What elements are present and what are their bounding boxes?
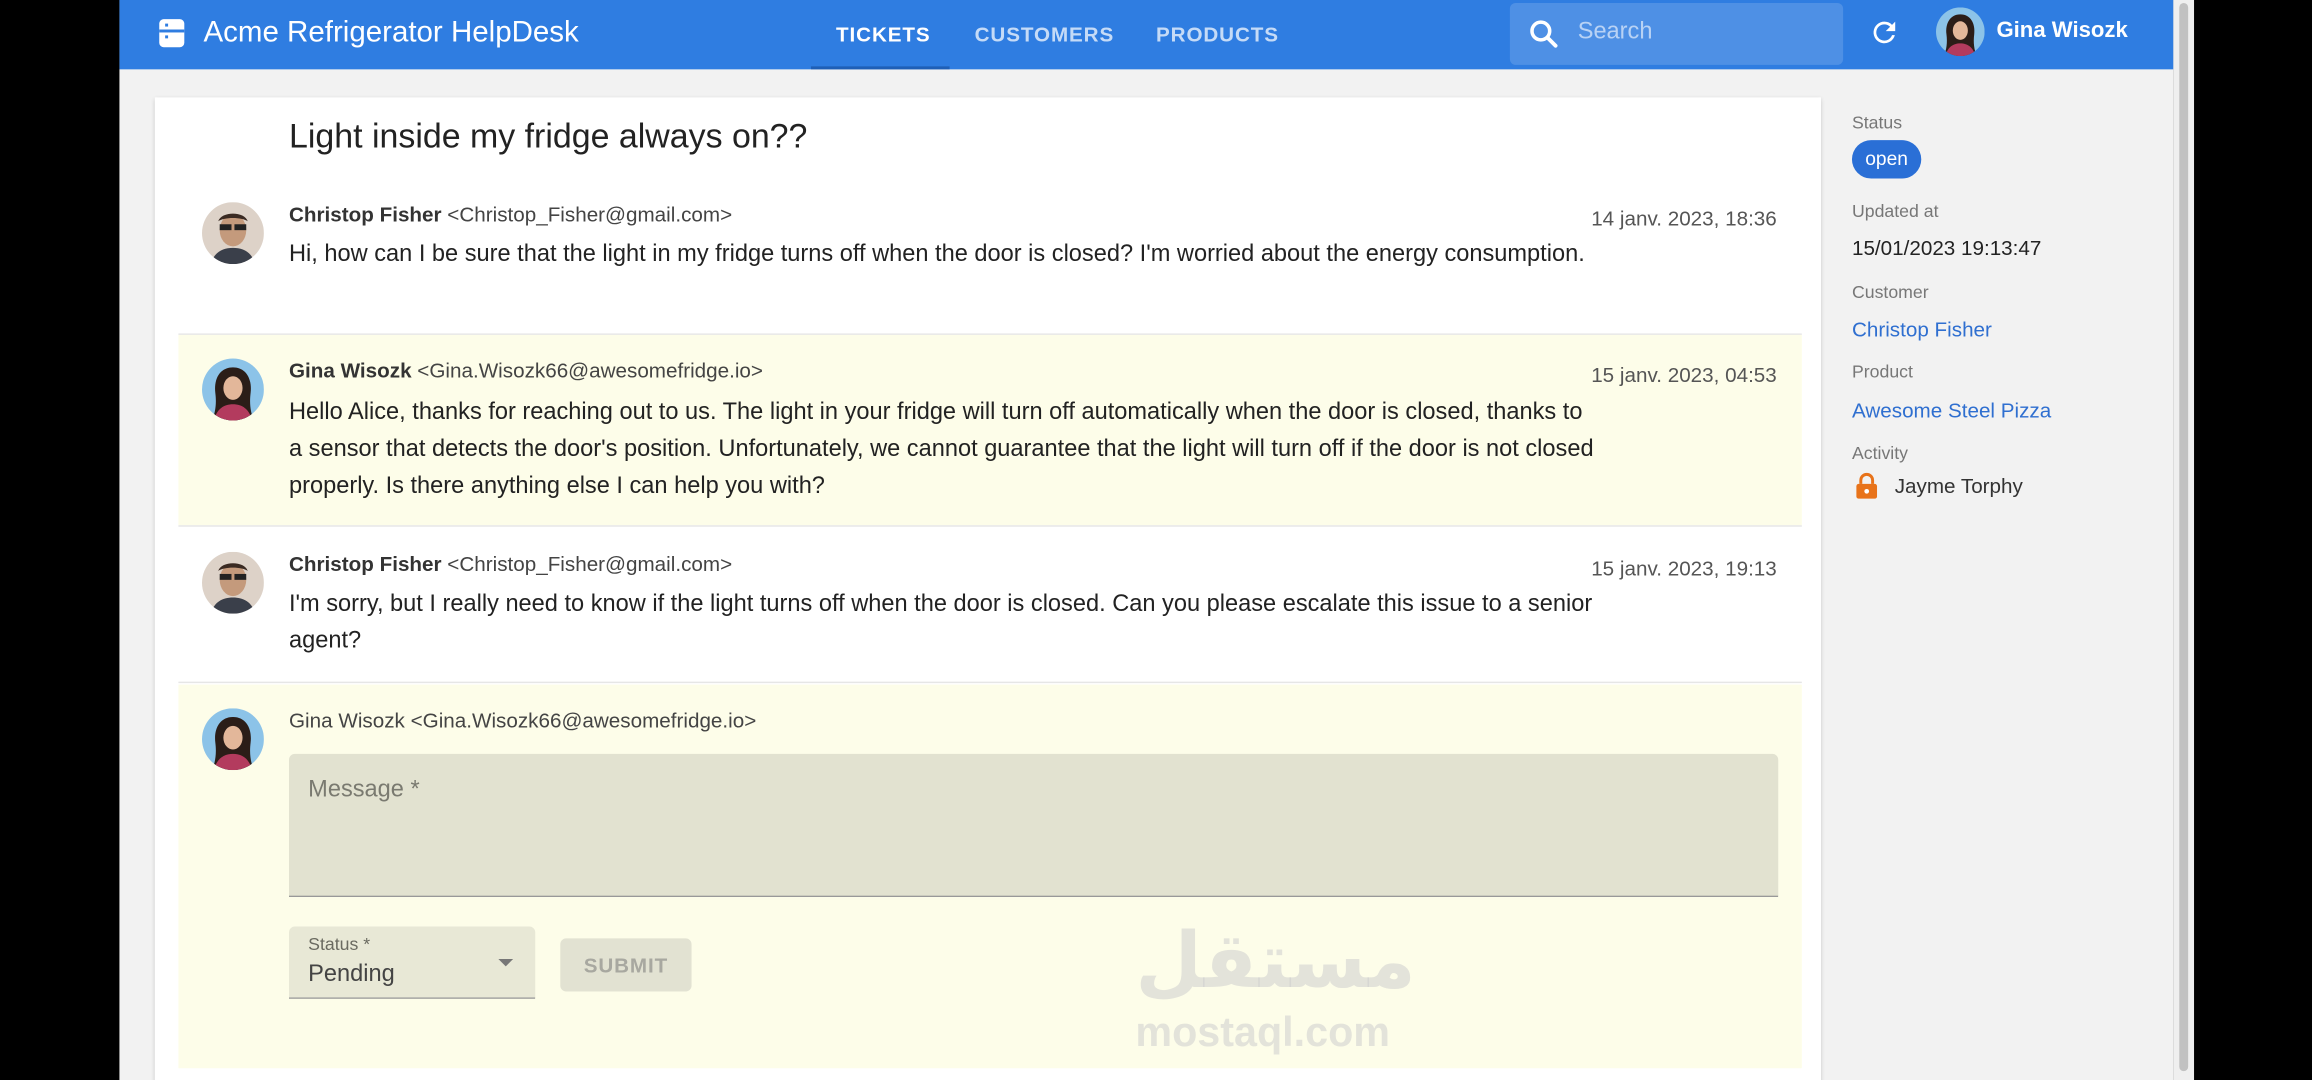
status-label: Status — [1851, 112, 1903, 133]
message-body: Hi, how can I be sure that the light in … — [289, 241, 1585, 268]
ticket-title: Light inside my fridge always on?? — [289, 116, 808, 155]
scrollbar-thumb[interactable] — [2179, 2, 2189, 1072]
updated-label: Updated at — [1851, 200, 1939, 222]
submit-button[interactable]: SUBMIT — [560, 938, 692, 992]
status-select-label: Status * — [308, 933, 371, 955]
message-author: Christop Fisher <Christop_Fisher@gmail.c… — [289, 551, 733, 576]
search-icon — [1530, 20, 1558, 48]
customer-avatar — [202, 551, 264, 614]
tab-products[interactable]: PRODUCTS — [1156, 22, 1279, 46]
refresh-icon[interactable] — [1868, 16, 1900, 48]
activity-user: Jayme Torphy — [1894, 473, 2023, 498]
updated-value: 15/01/2023 19:13:47 — [1851, 236, 2042, 260]
fridge-logo-icon — [159, 19, 185, 48]
message-author: Christop Fisher <Christop_Fisher@gmail.c… — [289, 202, 733, 226]
user-name[interactable]: Gina Wisozk — [1996, 18, 2127, 43]
app-title[interactable]: Acme Refrigerator HelpDesk — [203, 16, 578, 50]
message-item: Christop Fisher <Christop_Fisher@gmail.c… — [178, 181, 1801, 334]
product-label: Product — [1851, 361, 1913, 383]
tab-tickets[interactable]: TICKETS — [836, 22, 931, 46]
customer-label: Customer — [1851, 281, 1929, 303]
search-input[interactable] — [1574, 17, 1832, 48]
status-select[interactable]: Status * Pending — [289, 926, 536, 999]
watermark-url: mostaql.com — [1135, 1009, 1391, 1055]
message-author: Gina Wisozk <Gina.Wisozk66@awesomefridge… — [289, 358, 763, 383]
message-date: 14 janv. 2023, 18:36 — [1591, 206, 1777, 231]
activity-label: Activity — [1851, 442, 1909, 464]
message-placeholder: Message * — [308, 777, 420, 803]
reply-form: Gina Wisozk <Gina.Wisozk66@awesomefridge… — [178, 684, 1802, 1069]
watermark-logo: مستقل — [1135, 917, 1416, 1007]
active-tab-indicator — [810, 66, 950, 70]
chevron-down-icon — [498, 959, 514, 967]
product-link[interactable]: Awesome Steel Pizza — [1852, 398, 2051, 422]
message-date: 15 janv. 2023, 04:53 — [1591, 362, 1777, 387]
tab-customers[interactable]: CUSTOMERS — [975, 22, 1115, 46]
ticket-card: Light inside my fridge always on?? Chris… — [154, 97, 1821, 1080]
divider — [178, 681, 1802, 684]
message-item: Gina Wisozk <Gina.Wisozk66@awesomefridge… — [178, 334, 1802, 526]
lock-icon — [1856, 472, 1878, 499]
message-date: 15 janv. 2023, 19:13 — [1591, 556, 1777, 580]
reply-author: Gina Wisozk <Gina.Wisozk66@awesomefridge… — [289, 708, 757, 732]
helpdesk-app: Acme Refrigerator HelpDesk TICKETS CUSTO… — [119, 0, 2174, 1080]
status-select-value: Pending — [308, 961, 395, 988]
status-badge: open — [1851, 140, 1922, 179]
search-box[interactable] — [1509, 2, 1844, 65]
user-avatar[interactable] — [1936, 7, 1985, 57]
message-body: Hello Alice, thanks for reaching out to … — [289, 399, 1594, 499]
customer-link[interactable]: Christop Fisher — [1852, 317, 1992, 341]
message-body: I'm sorry, but I really need to know if … — [289, 591, 1593, 654]
message-input[interactable]: Message * — [289, 753, 1779, 898]
agent-avatar — [202, 708, 264, 771]
customer-avatar — [202, 202, 264, 265]
page-scrollbar[interactable] — [2173, 0, 2195, 1080]
app-bar: Acme Refrigerator HelpDesk TICKETS CUSTO… — [119, 0, 2174, 70]
agent-avatar — [202, 358, 264, 421]
message-item: Christop Fisher <Christop_Fisher@gmail.c… — [178, 527, 1801, 682]
